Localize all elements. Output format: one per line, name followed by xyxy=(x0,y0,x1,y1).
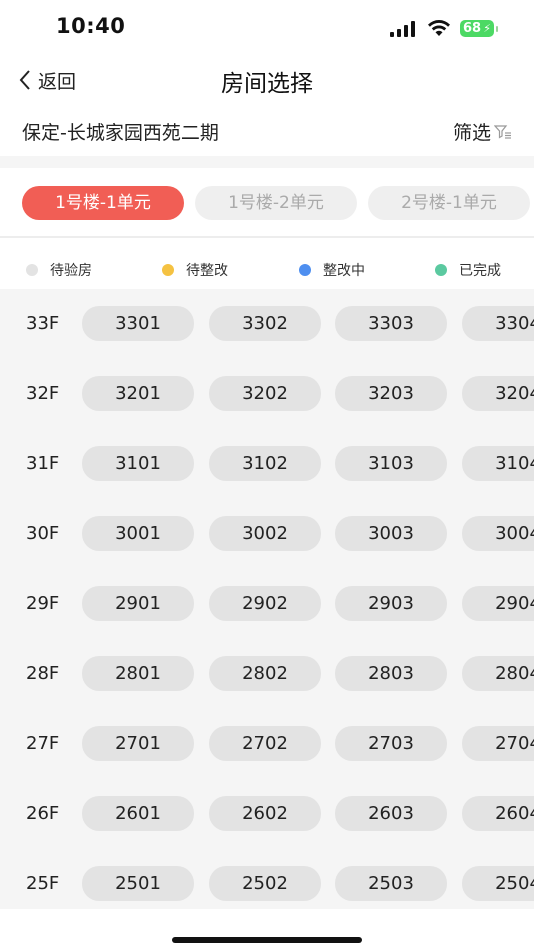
floor-label: 26F xyxy=(26,803,60,824)
legend-dot xyxy=(162,264,174,276)
filter-icon xyxy=(494,124,511,139)
floor-row: 31F 3101 3102 3103 3104 xyxy=(0,429,534,499)
bottom-safe-area xyxy=(0,909,534,950)
project-name: 保定-长城家园西苑二期 xyxy=(22,122,219,144)
room-button[interactable]: 3203 xyxy=(335,376,447,411)
room-button[interactable]: 2601 xyxy=(82,796,194,831)
room-button[interactable]: 3201 xyxy=(82,376,194,411)
room-button[interactable]: 3001 xyxy=(82,516,194,551)
room-button[interactable]: 2602 xyxy=(209,796,321,831)
room-button[interactable]: 3103 xyxy=(335,446,447,481)
room-button[interactable]: 2904 xyxy=(462,586,534,621)
room-button[interactable]: 2504 xyxy=(462,866,534,901)
room-selection-screen: 10:40 68 ⚡ 返回 房间选择 保定-长城家园西苑二期 筛选 1号楼-1单… xyxy=(0,0,534,950)
building-unit-tabs: 1号楼-1单元 1号楼-2单元 2号楼-1单元 xyxy=(0,168,534,236)
legend-label: 待验房 xyxy=(50,263,92,279)
tab-building-2-unit-1[interactable]: 2号楼-1单元 xyxy=(368,186,530,220)
wifi-icon xyxy=(428,20,450,36)
status-time: 10:40 xyxy=(56,14,126,38)
project-header: 保定-长城家园西苑二期 筛选 xyxy=(0,108,534,154)
room-button[interactable]: 3004 xyxy=(462,516,534,551)
floor-label: 27F xyxy=(26,733,60,754)
room-button[interactable]: 2604 xyxy=(462,796,534,831)
room-button[interactable]: 2803 xyxy=(335,656,447,691)
floor-row: 26F 2601 2602 2603 2604 xyxy=(0,779,534,849)
filter-button[interactable]: 筛选 xyxy=(453,118,512,145)
floor-row: 28F 2801 2802 2803 2804 xyxy=(0,639,534,709)
legend-dot xyxy=(26,264,38,276)
room-button[interactable]: 2801 xyxy=(82,656,194,691)
charging-bolt-icon: ⚡ xyxy=(483,22,491,35)
room-button[interactable]: 2501 xyxy=(82,866,194,901)
room-button[interactable]: 2902 xyxy=(209,586,321,621)
navigation-bar: 返回 房间选择 xyxy=(0,56,534,104)
floor-label: 33F xyxy=(26,313,60,334)
tab-building-1-unit-2[interactable]: 1号楼-2单元 xyxy=(195,186,357,220)
floor-label: 25F xyxy=(26,873,60,894)
legend-item-pending-inspection: 待验房 xyxy=(26,260,92,280)
room-button[interactable]: 2703 xyxy=(335,726,447,761)
legend-dot xyxy=(435,264,447,276)
room-button[interactable]: 2701 xyxy=(82,726,194,761)
cellular-signal-icon xyxy=(390,21,418,37)
room-button[interactable]: 3303 xyxy=(335,306,447,341)
room-button[interactable]: 3104 xyxy=(462,446,534,481)
legend-label: 待整改 xyxy=(186,263,228,279)
room-button[interactable]: 2903 xyxy=(335,586,447,621)
room-button[interactable]: 2603 xyxy=(335,796,447,831)
legend-label: 整改中 xyxy=(323,263,365,279)
room-button[interactable]: 3002 xyxy=(209,516,321,551)
room-button[interactable]: 2802 xyxy=(209,656,321,691)
room-button[interactable]: 2503 xyxy=(335,866,447,901)
room-button[interactable]: 2702 xyxy=(209,726,321,761)
room-button[interactable]: 3003 xyxy=(335,516,447,551)
room-button[interactable]: 2502 xyxy=(209,866,321,901)
legend-item-in-rectification: 整改中 xyxy=(299,260,365,280)
floor-label: 30F xyxy=(26,523,60,544)
battery-level: 68 xyxy=(463,21,482,36)
tab-building-1-unit-1[interactable]: 1号楼-1单元 xyxy=(22,186,184,220)
legend-dot xyxy=(299,264,311,276)
floor-label: 29F xyxy=(26,593,60,614)
room-button[interactable]: 3304 xyxy=(462,306,534,341)
room-button[interactable]: 3102 xyxy=(209,446,321,481)
room-button[interactable]: 3301 xyxy=(82,306,194,341)
floor-label: 32F xyxy=(26,383,60,404)
floor-label: 28F xyxy=(26,663,60,684)
floor-row: 33F 3301 3302 3303 3304 xyxy=(0,289,534,359)
room-button[interactable]: 3202 xyxy=(209,376,321,411)
room-button[interactable]: 3101 xyxy=(82,446,194,481)
room-button[interactable]: 2901 xyxy=(82,586,194,621)
filter-label: 筛选 xyxy=(452,122,491,144)
section-gap xyxy=(0,156,534,168)
floor-row: 27F 2701 2702 2703 2704 xyxy=(0,709,534,779)
floor-row: 29F 2901 2902 2903 2904 xyxy=(0,569,534,639)
status-bar: 10:40 68 ⚡ xyxy=(0,0,534,56)
room-button[interactable]: 2804 xyxy=(462,656,534,691)
tabs-divider xyxy=(0,236,534,238)
legend-item-pending-rectification: 待整改 xyxy=(162,260,228,280)
room-grid[interactable]: 33F 3301 3302 3303 3304 32F 3201 3202 3203 3204 31… xyxy=(0,289,534,909)
floor-label: 31F xyxy=(26,453,60,474)
page-title: 房间选择 xyxy=(221,71,313,97)
room-button[interactable]: 2704 xyxy=(462,726,534,761)
floor-row: 30F 3001 3002 3003 3004 xyxy=(0,499,534,569)
room-button[interactable]: 3204 xyxy=(462,376,534,411)
home-indicator[interactable] xyxy=(172,937,362,943)
room-button[interactable]: 3302 xyxy=(209,306,321,341)
status-legend: 待验房 待整改 整改中 已完成 xyxy=(0,252,534,288)
legend-item-completed: 已完成 xyxy=(435,260,501,280)
floor-row: 25F 2501 2502 2503 2504 xyxy=(0,849,534,909)
legend-label: 已完成 xyxy=(459,263,501,279)
floor-row: 32F 3201 3202 3203 3204 xyxy=(0,359,534,429)
battery-icon: 68 ⚡ xyxy=(460,20,498,37)
